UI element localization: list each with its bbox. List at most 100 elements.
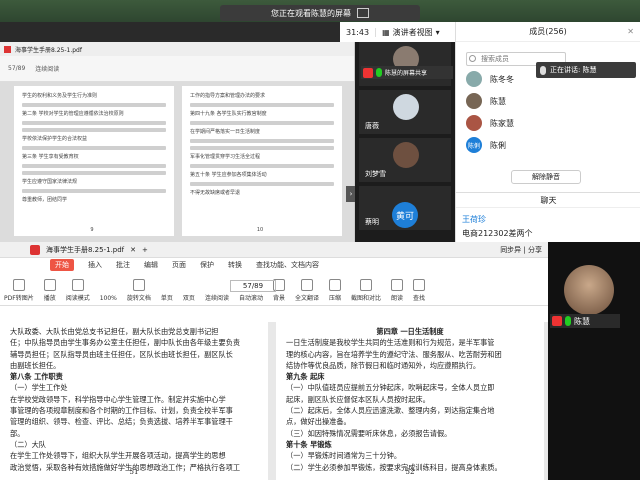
page-number: 9 [90,227,94,233]
page-number: 52 [405,467,415,476]
member-name: 陈家慧 [490,118,514,128]
pdf-icon [30,244,40,255]
menu-insert[interactable]: 插入 [88,260,102,270]
video-tile[interactable]: 唐薇 [359,90,451,134]
page-number-input[interactable]: 57/89 [230,280,276,292]
menu-edit[interactable]: 编辑 [144,260,158,270]
find-button[interactable]: 查找 [413,279,425,302]
text-line: 大队政委、大队长由党总支书记担任，副大队长由党总支副书记担 [10,327,219,336]
screen-share-tag: 陈慧的屏幕共享 [361,66,453,79]
member-item[interactable]: 陈俐 陈俐 [466,136,506,154]
translate-button[interactable]: 全文翻译 [295,279,319,302]
view-label: 演讲者视图 [392,27,433,37]
chat-sender: 王荷珍 [462,215,486,224]
member-item[interactable]: 陈慧 [466,92,506,110]
share-banner: 您正在观看陈慧的屏幕 [220,5,420,21]
read-aloud-button[interactable]: 朗读 [391,279,403,302]
add-tab-icon[interactable]: + [142,246,148,254]
menu-icon[interactable] [357,8,369,18]
close-icon[interactable]: ✕ [627,27,634,36]
chat-header[interactable]: 聊天 [456,192,640,208]
screen-share-icon [363,67,373,78]
section-heading: 第十条 早锻炼 [286,439,332,449]
pdf-pages-upper: 学生的权利和义务及学生行为准则 第二条 学校对学生的管理应遵循依法治校原则 学校… [0,82,354,242]
view-switch-button[interactable]: ▦ 演讲者视图 ▾ [376,27,446,38]
text-line: 在学生工作处领导下，组织大队学生开展各项活动，提高学生的思想 [10,451,226,461]
avatar: 陈俐 [466,137,482,153]
text-line: 工作的指导方案和管理办法的要求 [190,93,266,99]
participant-name: 唐薇 [365,122,379,130]
search-box[interactable]: 查找功能、文档内容 [256,260,319,270]
speaking-text: 正在讲话: 陈慧 [550,66,597,74]
member-item[interactable]: 陈家慧 [466,114,514,132]
rotate-document-button[interactable]: 旋转文档 [127,279,151,302]
menu-start[interactable]: 开始 [50,259,74,271]
share-sync-label[interactable]: 同步异 | 分享 [500,245,548,255]
pdf-to-image-button[interactable]: PDF转图片 [4,279,34,302]
microphone-icon [565,316,571,326]
members-header: 成员(256) ✕ [456,22,640,42]
close-tab-icon[interactable]: ✕ [130,246,136,254]
speaking-indicator: 正在讲话: 陈慧 [536,62,636,78]
single-page-button[interactable]: 单页 [161,293,173,302]
reading-mode-button[interactable]: 阅读模式 [66,279,90,302]
pdf-page-52: 第四章 一日生活制度 一日生活制度是我校学生共同的生活准则和行为规范，是半军事管… [276,322,544,480]
pdf-document-area: 大队政委、大队长由党总支书记担任，副大队长由党总支副书记担 任；中队指导员由学生… [0,322,548,480]
video-tile-presenter[interactable] [359,42,451,86]
text-line: 学生的权利和义务及学生行为准则 [22,93,98,99]
continuous-reading-button[interactable]: 连续阅读 [205,293,229,302]
text-line: 一日生活制度是我校学生共同的生活准则和行为规范，是半军事管 [286,338,495,348]
screen-share-icon [552,316,562,326]
pdf-tab-lower[interactable]: 海事学生手册8.25-1.pdf ✕ + 同步异 | 分享 [0,242,548,258]
menu-convert[interactable]: 转换 [228,260,242,270]
menu-bar: 开始 插入 批注 编辑 页面 保护 转换 查找功能、文档内容 [0,258,548,272]
screenshot-compare-button[interactable]: 截图和对比 [351,279,381,302]
shared-pdf-lower: 海事学生手册8.25-1.pdf ✕ + 同步异 | 分享 开始 插入 批注 编辑 页… [0,242,548,480]
video-tile[interactable]: 刘梦雪 [359,138,451,182]
compress-button[interactable]: 压缩 [329,279,341,302]
member-name: 陈冬冬 [490,74,514,84]
text-line: 第三条 学生享有受教育权 [22,154,79,160]
pdf-page-left: 学生的权利和义务及学生行为准则 第二条 学校对学生的管理应遵循依法治校原则 学校… [14,86,174,236]
members-title: 成员(256) [529,27,567,36]
share-label: 陈慧的屏幕共享 [385,70,428,77]
play-button[interactable]: 播放 [43,279,56,302]
grid-icon: ▦ [382,27,390,37]
search-icon [469,55,476,62]
presenter-tag: 陈慧 [550,314,620,328]
avatar [466,71,482,87]
double-page-button[interactable]: 双页 [183,293,195,302]
text-line: 第四十九条 各学生队实行教官制度 [190,111,267,117]
text-line: （二）大队 [10,439,46,449]
auto-scroll-button[interactable]: 自动滚动 [239,293,263,302]
text-line: 不得无故缺席或者早退 [190,190,241,196]
text-line: 结协作等优良品质，除节假日和临时通知外，均应遵照执行。 [286,360,481,370]
avatar [466,93,482,109]
avatar-huangke: 黄可 [392,202,418,228]
text-line: 部。 [10,428,25,438]
pdf-filename: 海事学生手册8.25-1.pdf [15,46,82,54]
text-line: 任；中队指导员由学生事务办公室主任担任，副中队长由各年级主要负责 [10,338,241,348]
text-line: 学生应遵守国家法律法规 [22,179,78,185]
page-indicator[interactable]: 57/89 [8,65,25,72]
page-number: 51 [129,467,139,476]
pdf-filename: 海事学生手册8.25-1.pdf [46,245,125,254]
text-line: （二）起床后，全体人员应迅速洗漱、整理内务，到达指定集合地 [286,406,495,416]
pdf-icon [4,45,11,53]
unmute-button[interactable]: 解除静音 [511,170,581,184]
pdf-tab-upper[interactable]: 海事学生手册8.25-1.pdf [0,42,354,56]
text-line: 由副班长担任。 [10,360,61,370]
menu-protect[interactable]: 保护 [200,260,214,270]
menu-page[interactable]: 页面 [172,260,186,270]
microphone-icon [540,65,546,75]
reading-mode-label[interactable]: 连续阅读 [35,64,59,73]
pdf-page-right: 工作的指导方案和管理办法的要求 第四十九条 各学生队实行教官制度 在学期间严格落… [182,86,342,236]
pdf-page-51: 大队政委、大队长由党总支书记担任，副大队长由党总支副书记担 任；中队指导员由学生… [0,322,268,480]
text-line: 尊重教师，团结同学 [22,197,68,203]
page-number: 10 [256,227,264,233]
avatar [564,265,614,315]
member-item[interactable]: 陈冬冬 [466,70,514,88]
zoom-level[interactable]: 100% [100,295,117,302]
menu-annotate[interactable]: 批注 [116,260,130,270]
text-line: 理的核心内容，旨在培养学生的遵纪守法、服务服从、吃苦耐劳和团 [286,349,502,359]
